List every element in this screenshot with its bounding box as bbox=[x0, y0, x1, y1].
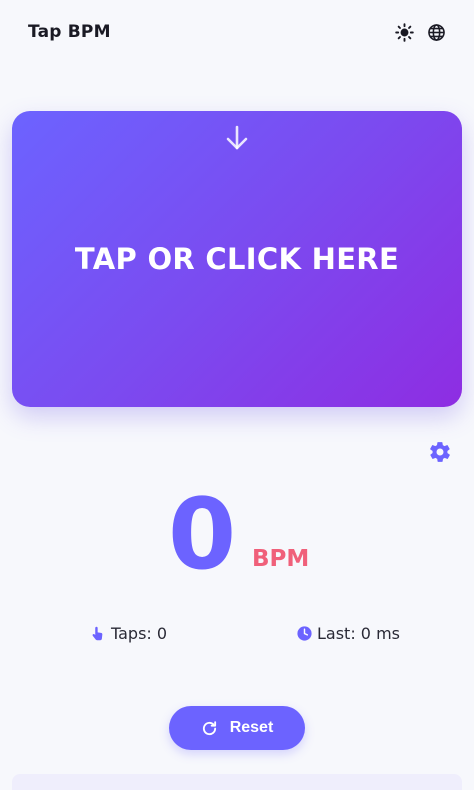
arrow-down-icon bbox=[226, 125, 248, 150]
reset-button-label: Reset bbox=[229, 719, 274, 736]
reset-button[interactable]: Reset bbox=[169, 706, 305, 750]
app-title: Tap BPM bbox=[28, 22, 111, 42]
last-interval-stat: Last: 0 ms bbox=[296, 624, 400, 643]
header-actions bbox=[395, 22, 446, 42]
tap-pad[interactable]: TAP OR CLICK HERE bbox=[12, 111, 462, 407]
bpm-value: 0 bbox=[168, 478, 237, 592]
clock-icon bbox=[297, 626, 312, 641]
bpm-unit: BPM bbox=[252, 546, 310, 572]
bpm-display: 0 BPM bbox=[0, 480, 474, 590]
hand-tap-icon bbox=[92, 626, 103, 641]
taps-stat: Taps: 0 bbox=[90, 624, 167, 643]
refresh-icon bbox=[202, 720, 216, 735]
tap-pad-label: TAP OR CLICK HERE bbox=[74, 242, 400, 276]
taps-count-label: Taps: 0 bbox=[111, 624, 168, 643]
tap-stats: Taps: 0 Last: 0 ms bbox=[0, 624, 474, 646]
language-globe-icon[interactable] bbox=[427, 23, 446, 42]
theme-toggle-icon[interactable] bbox=[395, 22, 414, 42]
app-header: Tap BPM bbox=[0, 0, 474, 64]
gear-icon[interactable] bbox=[428, 440, 452, 464]
last-interval-label: Last: 0 ms bbox=[317, 624, 400, 643]
bottom-panel bbox=[12, 774, 462, 790]
